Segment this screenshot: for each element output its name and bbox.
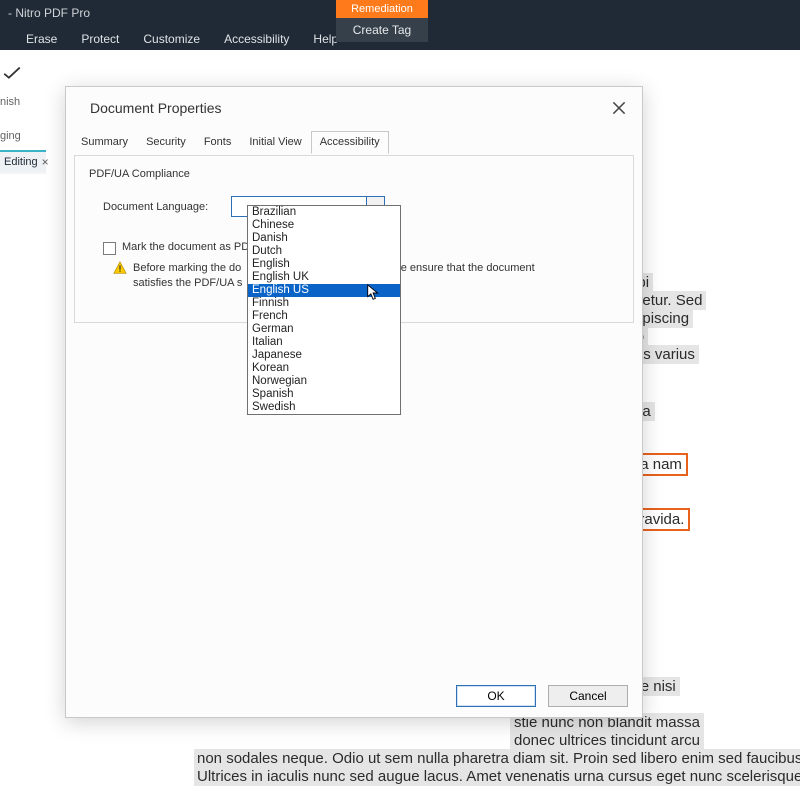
option-german[interactable]: German [248, 323, 400, 336]
dialog-title-text: Document Properties [90, 100, 222, 116]
menu-protect[interactable]: Protect [69, 28, 131, 50]
warning-icon [113, 261, 127, 275]
language-label: Document Language: [103, 201, 221, 213]
close-icon[interactable]: × [42, 155, 49, 169]
menubar: - Nitro PDF Pro Erase Protect Customize … [0, 0, 800, 50]
option-chinese[interactable]: Chinese [248, 219, 400, 232]
ribbon-label-1: nish [0, 96, 20, 108]
menu-accessibility[interactable]: Accessibility [212, 28, 301, 50]
remediation-label: Remediation [336, 0, 428, 18]
option-norwegian[interactable]: Norwegian [248, 375, 400, 388]
cancel-button[interactable]: Cancel [548, 685, 628, 707]
doc-frag: Ultrices in iaculis nunc sed augue lacus… [194, 767, 800, 786]
ribbon-label-2: ging [0, 130, 21, 142]
ribbon-icon [0, 66, 30, 80]
menu-items: Erase Protect Customize Accessibility He… [0, 24, 350, 50]
accessibility-panel: PDF/UA Compliance Document Language: Mar… [74, 155, 634, 323]
option-dutch[interactable]: Dutch [248, 245, 400, 258]
option-spanish[interactable]: Spanish [248, 388, 400, 401]
tab-initial-view[interactable]: Initial View [240, 131, 310, 154]
close-icon[interactable] [610, 99, 628, 117]
option-english-us[interactable]: English US [248, 284, 400, 297]
dialog-tabs: Summary Security Fonts Initial View Acce… [66, 131, 642, 155]
ok-button[interactable]: OK [456, 685, 536, 707]
doc-frag: donec ultrices tincidunt arcu [510, 731, 704, 750]
tab-accessibility[interactable]: Accessibility [311, 131, 389, 154]
tab-security[interactable]: Security [137, 131, 195, 154]
document-tabbar: Editing × [0, 150, 46, 174]
dialog-buttons: OK Cancel [456, 685, 628, 707]
option-french[interactable]: French [248, 310, 400, 323]
option-italian[interactable]: Italian [248, 336, 400, 349]
option-english[interactable]: English [248, 258, 400, 271]
remediation-tab[interactable]: Remediation Create Tag [336, 0, 428, 42]
option-korean[interactable]: Korean [248, 362, 400, 375]
option-brazilian[interactable]: Brazilian [248, 206, 400, 219]
option-english-uk[interactable]: English UK [248, 271, 400, 284]
option-japanese[interactable]: Japanese [248, 349, 400, 362]
document-tab[interactable]: Editing × [0, 150, 46, 172]
language-dropdown[interactable]: Brazilian Chinese Danish Dutch English E… [247, 205, 401, 415]
mark-document-label: Mark the document as PDF [122, 241, 256, 253]
tab-summary[interactable]: Summary [72, 131, 137, 154]
menu-erase[interactable]: Erase [14, 28, 69, 50]
checkmark-icon [2, 66, 22, 80]
option-swedish[interactable]: Swedish [248, 401, 400, 414]
document-properties-dialog: Document Properties Summary Security Fon… [65, 86, 643, 718]
option-finnish[interactable]: Finnish [248, 297, 400, 310]
dialog-body: Summary Security Fonts Initial View Acce… [66, 131, 642, 323]
panel-title: PDF/UA Compliance [89, 168, 619, 190]
dialog-titlebar: Document Properties [66, 87, 642, 125]
tab-fonts[interactable]: Fonts [195, 131, 241, 154]
create-tag-label[interactable]: Create Tag [336, 18, 428, 42]
document-tab-label: Editing [4, 156, 38, 168]
mark-document-checkbox[interactable] [103, 242, 116, 255]
option-danish[interactable]: Danish [248, 232, 400, 245]
doc-frag: non sodales neque. Odio ut sem nulla pha… [194, 749, 800, 768]
menu-customize[interactable]: Customize [131, 28, 212, 50]
